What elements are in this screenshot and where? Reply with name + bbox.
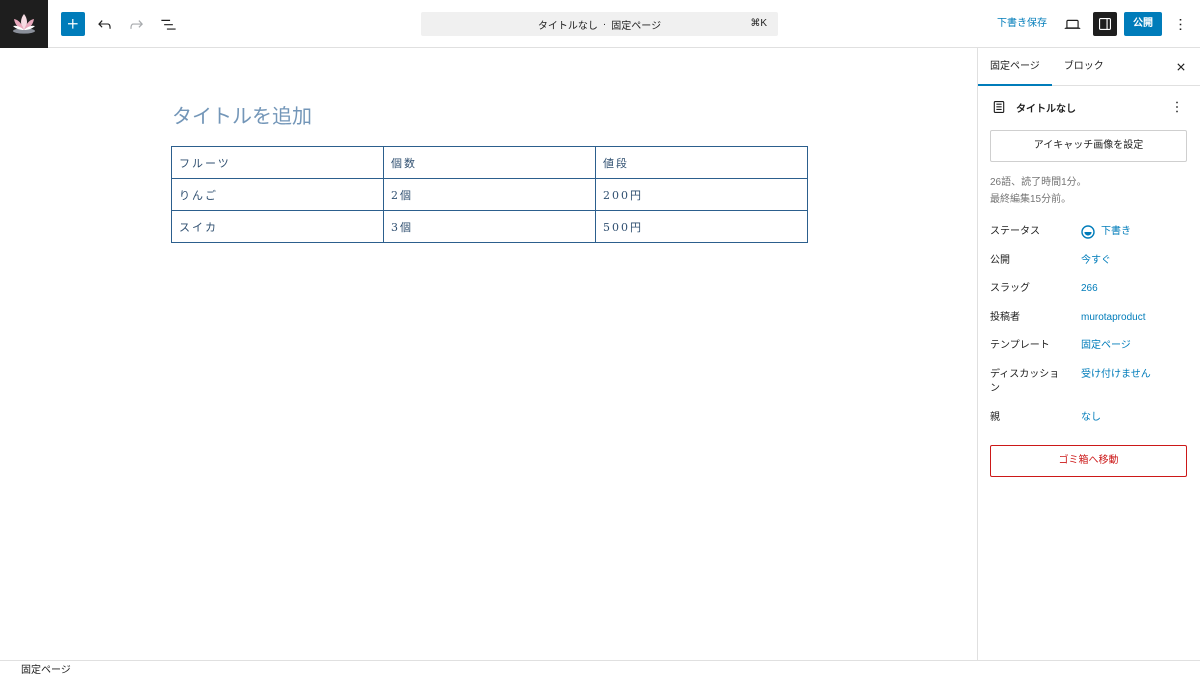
meta-label: ステータス: [990, 226, 1040, 237]
meta-label: ディスカッション: [990, 368, 1060, 395]
post-meta-list: ステータス 下書き 公開 今すぐ スラッグ 266 投稿者 murotaprod…: [990, 218, 1187, 432]
meta-label: 親: [990, 411, 1000, 423]
command-bar-title: タイトルなし: [537, 20, 598, 32]
plus-icon: [68, 19, 78, 29]
add-block-button[interactable]: [61, 12, 85, 36]
move-to-trash-button[interactable]: ゴミ箱へ移動: [990, 445, 1187, 477]
tab-page[interactable]: 固定ページ: [978, 48, 1052, 86]
save-draft-button[interactable]: 下書き保存: [988, 12, 1056, 36]
tab-block[interactable]: ブロック: [1052, 48, 1116, 85]
desktop-icon: [1064, 19, 1080, 29]
command-bar[interactable]: タイトルなし · 固定ページ ⌘K: [421, 12, 778, 36]
block-editor: タイトルなし · 固定ページ ⌘K 下書き保存 公開 タイトルを追加 フルーツ …: [0, 0, 1200, 680]
meta-row-parent: 親 なし: [990, 404, 1187, 433]
preview-button[interactable]: [1060, 12, 1084, 36]
author-button[interactable]: murotaproduct: [1081, 311, 1145, 326]
table-cell[interactable]: スイカ: [171, 210, 384, 243]
table-row: フルーツ 個数 値段: [171, 146, 808, 179]
table-block[interactable]: フルーツ 個数 値段 りんご 2個 200円 スイカ 3個 500円: [171, 146, 808, 243]
settings-sidebar: 固定ページ ブロック タイトルなし アイキャッチ画像を設定 26語、読了時間1分…: [977, 48, 1200, 660]
post-stats: 26語、読了時間1分。 最終編集15分前。: [990, 174, 1187, 208]
site-lotus-icon: [13, 14, 35, 34]
meta-label: 公開: [990, 254, 1010, 266]
meta-label: 投稿者: [990, 311, 1020, 323]
word-count: 26語、読了時間1分。: [990, 177, 1087, 188]
meta-row-template: テンプレート 固定ページ: [990, 332, 1187, 361]
more-vertical-icon: [1176, 101, 1178, 113]
last-edited: 最終編集15分前。: [990, 194, 1072, 205]
table-cell[interactable]: フルーツ: [171, 146, 384, 179]
meta-row-slug: スラッグ 266: [990, 275, 1187, 304]
meta-row-discussion: ディスカッション 受け付けません: [990, 361, 1187, 404]
list-view-button[interactable]: [156, 12, 180, 36]
meta-label: テンプレート: [990, 340, 1050, 351]
document-header: タイトルなし: [990, 96, 1189, 118]
meta-row-author: 投稿者 murotaproduct: [990, 304, 1187, 333]
table-cell[interactable]: りんご: [171, 178, 384, 211]
page-icon-wrapper: [990, 98, 1008, 116]
document-actions-button[interactable]: [1165, 95, 1189, 119]
table-cell[interactable]: 2個: [383, 178, 596, 211]
draft-status-icon: [1081, 225, 1095, 239]
template-button[interactable]: 固定ページ: [1081, 339, 1131, 354]
redo-button[interactable]: [124, 12, 148, 36]
meta-row-status: ステータス 下書き: [990, 218, 1187, 247]
publish-date-button[interactable]: 今すぐ: [1081, 254, 1111, 269]
undo-icon: [97, 19, 111, 29]
set-featured-image-button[interactable]: アイキャッチ画像を設定: [990, 130, 1187, 162]
status-value-button[interactable]: 下書き: [1081, 225, 1131, 240]
command-bar-separator: ·: [602, 18, 607, 30]
command-shortcut: ⌘K: [750, 18, 767, 29]
page-icon: [993, 101, 1005, 113]
list-view-icon: [160, 19, 176, 30]
table-cell[interactable]: 200円: [595, 178, 808, 211]
meta-row-publish: 公開 今すぐ: [990, 247, 1187, 276]
table-cell[interactable]: 3個: [383, 210, 596, 243]
sidebar-tabs: 固定ページ ブロック: [978, 48, 1200, 86]
breadcrumb[interactable]: 固定ページ: [21, 661, 71, 680]
post-title-input[interactable]: タイトルを追加: [172, 104, 312, 128]
table-row: りんご 2個 200円: [171, 178, 808, 211]
options-menu-button[interactable]: [1168, 12, 1192, 36]
parent-page-button[interactable]: なし: [1081, 411, 1101, 426]
document-title: タイトルなし: [1016, 103, 1076, 115]
table-cell[interactable]: 値段: [595, 146, 808, 179]
slug-button[interactable]: 266: [1081, 282, 1098, 297]
settings-toggle-button[interactable]: [1093, 12, 1117, 36]
table-cell[interactable]: 500円: [595, 210, 808, 243]
editor-footer: 固定ページ: [0, 660, 1200, 680]
close-sidebar-button[interactable]: [1169, 55, 1193, 79]
close-icon: [1177, 63, 1185, 71]
more-vertical-icon: [1179, 18, 1181, 30]
status-value: 下書き: [1101, 226, 1131, 237]
table-row: スイカ 3個 500円: [171, 210, 808, 243]
undo-button[interactable]: [92, 12, 116, 36]
editor-header: タイトルなし · 固定ページ ⌘K 下書き保存 公開: [0, 0, 1200, 48]
command-bar-post-type: 固定ページ: [611, 20, 662, 32]
editor-canvas: タイトルを追加 フルーツ 個数 値段 りんご 2個 200円 スイカ 3個 50…: [0, 48, 977, 660]
site-icon-button[interactable]: [0, 0, 48, 48]
table-cell[interactable]: 個数: [383, 146, 596, 179]
discussion-button[interactable]: 受け付けません: [1081, 368, 1151, 383]
meta-label: スラッグ: [990, 283, 1030, 294]
redo-icon: [129, 19, 143, 29]
publish-button[interactable]: 公開: [1124, 12, 1162, 36]
sidebar-panel-icon: [1099, 18, 1111, 30]
